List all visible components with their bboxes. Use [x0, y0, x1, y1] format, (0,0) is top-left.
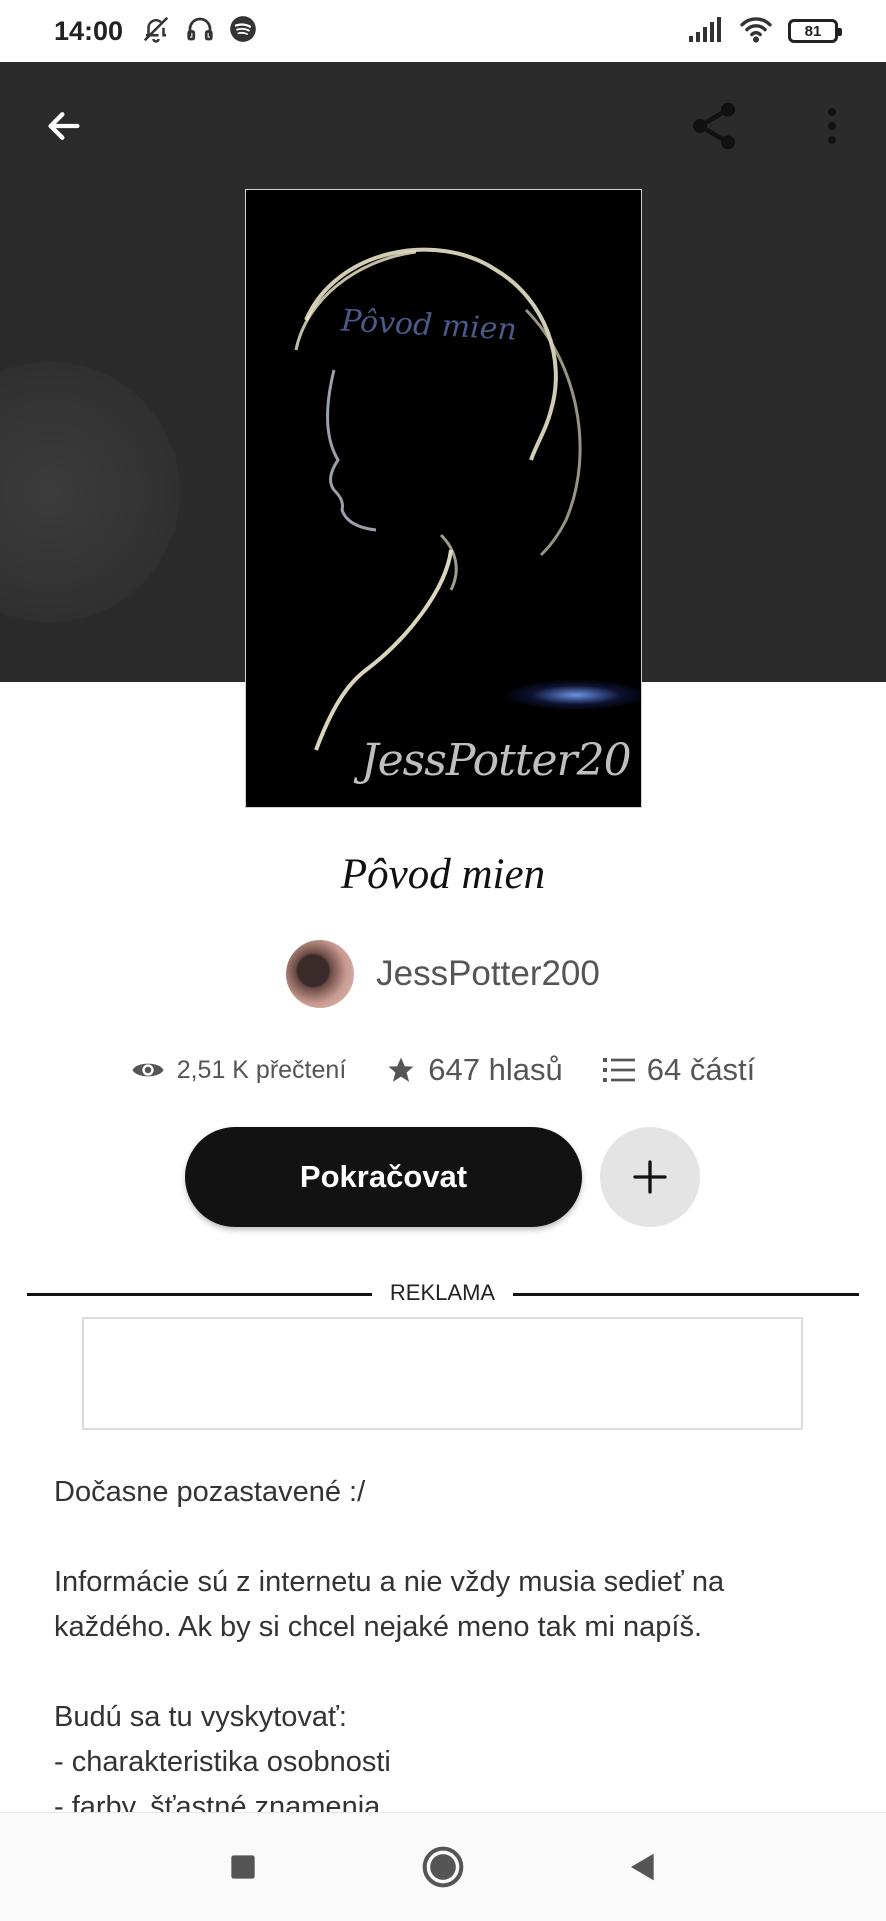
wifi-icon [738, 15, 774, 48]
cover-glow [506, 680, 641, 710]
ad-divider-left [27, 1293, 372, 1296]
bell-off-icon [141, 14, 171, 49]
votes-stat: 647 hlasů [386, 1052, 563, 1088]
reads-stat: 2,51 K přečtení [131, 1055, 347, 1085]
header-background-blur [0, 362, 180, 622]
headphones-icon [185, 14, 215, 49]
eye-icon [132, 1063, 164, 1077]
book-title: Pôvod mien [340, 851, 546, 898]
author-name[interactable]: JessPotter200 [376, 954, 600, 994]
share-icon [693, 102, 735, 150]
avatar[interactable] [286, 940, 355, 1008]
list-icon [602, 1058, 635, 1082]
more-options-button[interactable] [812, 98, 852, 154]
author-row[interactable]: JessPotter200 [0, 940, 886, 1008]
back-triangle-icon [631, 1853, 654, 1881]
recents-square-icon [231, 1855, 255, 1879]
status-bar: 14:00 81 [0, 0, 886, 62]
parts-stat[interactable]: 64 částí [602, 1052, 756, 1088]
signal-icon [688, 16, 724, 47]
status-left: 14:00 [54, 14, 257, 49]
share-button[interactable] [684, 96, 744, 156]
spotify-icon [229, 15, 257, 48]
reads-count: 2,51 K přečtení [176, 1055, 347, 1084]
recents-button[interactable] [218, 1842, 268, 1892]
ad-divider-right [513, 1293, 859, 1296]
system-back-button[interactable] [618, 1842, 668, 1892]
book-stats: 2,51 K přečtení 647 hlasů 64 částí [0, 1052, 886, 1088]
book-cover[interactable]: Pôvod mien JessPotter20 [245, 189, 642, 808]
status-right: 81 [688, 15, 842, 48]
battery-indicator: 81 [788, 19, 842, 43]
plus-icon [633, 1160, 667, 1194]
ad-label: REKLAMA [389, 1280, 496, 1305]
system-nav-bar [0, 1812, 886, 1921]
arrow-left-icon [48, 112, 80, 140]
book-description: Dočasne pozastavené :/ Informácie sú z i… [54, 1476, 725, 1812]
continue-reading-button[interactable]: Pokračovat [185, 1127, 582, 1227]
parts-count[interactable]: 64 částí [647, 1052, 756, 1088]
silhouette-illustration [294, 247, 582, 751]
add-to-library-button[interactable] [600, 1127, 700, 1227]
back-button[interactable] [38, 100, 90, 152]
home-circle-icon [422, 1846, 464, 1888]
more-vertical-icon [828, 108, 836, 144]
ad-placeholder[interactable] [82, 1317, 803, 1430]
status-time: 14:00 [54, 15, 124, 46]
cover-author-text: JessPotter20 [361, 735, 632, 786]
home-button[interactable] [418, 1842, 468, 1892]
votes-count: 647 hlasů [428, 1052, 563, 1087]
star-icon [388, 1057, 414, 1082]
